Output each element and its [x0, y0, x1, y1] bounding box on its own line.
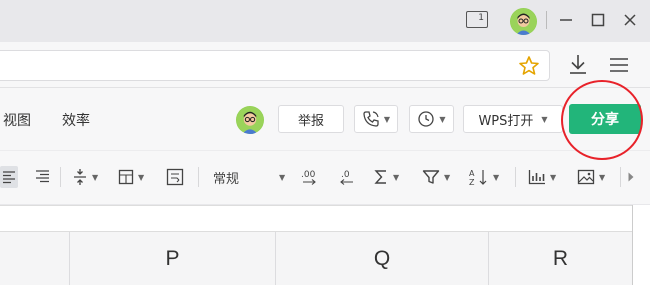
wps-open-label: WPS打开 [478, 113, 534, 129]
svg-text:Z: Z [469, 178, 475, 186]
image-icon [577, 169, 595, 185]
close-icon [624, 14, 636, 26]
svg-text:.00: .00 [301, 170, 316, 180]
chart-button[interactable]: ▼ [528, 166, 556, 188]
align-left-icon [3, 171, 15, 184]
insert-picture-button[interactable]: ▼ [577, 166, 605, 188]
chevron-down-icon: ▼ [444, 172, 451, 182]
number-format-select[interactable]: 常规 ▼ [213, 166, 285, 188]
chevron-down-icon: ▼ [550, 172, 557, 182]
download-icon [570, 55, 586, 74]
increase-decimal-button[interactable]: .00 [300, 166, 318, 188]
decrease-decimal-icon: .0 [340, 170, 353, 185]
report-button[interactable]: 举报 [278, 105, 344, 133]
chevron-down-icon: ▼ [138, 172, 145, 182]
wps-open-button[interactable]: WPS打开 ▼ [463, 105, 563, 133]
browser-menu-button[interactable] [608, 54, 630, 76]
column-header-r[interactable]: R [489, 232, 632, 285]
borders-button[interactable]: ▼ [118, 166, 144, 188]
sum-button[interactable]: ▼ [373, 166, 399, 188]
phone-icon [363, 111, 379, 127]
format-toolbar: ▼ ▼ 常规 ▼ .00 .0 ▼ ▼ AZ ▼ ▼ ▼ [0, 150, 650, 204]
align-right-button[interactable] [34, 166, 50, 188]
window-count: 1 [478, 13, 484, 23]
minimize-icon [560, 19, 572, 21]
chevron-right-icon [628, 172, 634, 182]
sigma-icon [374, 170, 386, 184]
tab-efficiency[interactable]: 效率 [62, 110, 90, 130]
toolbar-divider [515, 167, 516, 187]
minimize-button[interactable] [556, 10, 576, 30]
avatar-icon [236, 106, 264, 134]
decrease-decimal-button[interactable]: .0 [339, 166, 355, 188]
maximize-button[interactable] [588, 10, 608, 30]
vertical-align-icon [74, 169, 86, 185]
chevron-down-icon: ▼ [439, 114, 446, 124]
toolbar-divider [620, 167, 621, 187]
toolbar-divider [198, 167, 199, 187]
chevron-down-icon: ▼ [541, 114, 548, 124]
window-count-icon[interactable]: 1 [466, 11, 488, 28]
browser-window: 1 视图 效率 举报 ▼ ▼ WPS打开 ▼ 分享 ▼ ▼ 常规 ▼ .00 .… [0, 0, 650, 285]
menu-icon [610, 58, 628, 72]
download-button[interactable] [567, 53, 589, 77]
maximize-icon [591, 13, 605, 27]
svg-text:A: A [469, 169, 475, 178]
filter-icon [422, 170, 440, 184]
address-bar-row [0, 42, 650, 88]
column-header-row: P Q R [0, 232, 632, 285]
chevron-down-icon: ▼ [393, 172, 400, 182]
call-button[interactable]: ▼ [354, 105, 398, 133]
chevron-down-icon: ▼ [383, 114, 391, 124]
chevron-down-icon: ▼ [493, 172, 500, 182]
align-left-button[interactable] [0, 166, 18, 188]
chevron-down-icon: ▼ [279, 172, 286, 182]
merge-cells-button[interactable] [166, 166, 184, 188]
avatar[interactable] [510, 8, 537, 35]
sort-icon: AZ [469, 169, 487, 186]
formula-bar[interactable] [0, 205, 632, 232]
vertical-scrollbar[interactable] [632, 205, 650, 285]
report-label: 举报 [297, 113, 324, 129]
tab-view[interactable]: 视图 [3, 110, 31, 130]
collaborator-avatar[interactable] [236, 106, 264, 134]
vertical-align-button[interactable]: ▼ [72, 166, 98, 188]
star-icon [519, 56, 539, 75]
share-highlight-circle [561, 80, 643, 160]
address-input[interactable] [0, 50, 550, 81]
filter-button[interactable]: ▼ [422, 166, 450, 188]
toolbar-more-button[interactable] [627, 166, 635, 188]
bar-chart-icon [528, 170, 545, 185]
titlebar-divider [546, 11, 547, 29]
sort-button[interactable]: AZ ▼ [469, 166, 499, 188]
align-right-icon [36, 170, 49, 183]
svg-text:.0: .0 [341, 170, 350, 180]
avatar-icon [510, 8, 537, 35]
close-button[interactable] [620, 10, 640, 30]
border-icon [118, 169, 134, 185]
bookmark-button[interactable] [518, 55, 540, 77]
number-format-value: 常规 [213, 171, 240, 187]
title-bar: 1 [0, 0, 650, 42]
merge-icon [166, 168, 184, 186]
toolbar-divider [60, 167, 61, 187]
history-button[interactable]: ▼ [409, 105, 454, 133]
ribbon-tabs: 视图 效率 举报 ▼ ▼ WPS打开 ▼ 分享 [0, 88, 650, 150]
increase-decimal-icon: .00 [301, 170, 316, 185]
chevron-down-icon: ▼ [92, 172, 99, 182]
column-header[interactable] [0, 232, 70, 285]
clock-icon [418, 111, 435, 127]
column-header-q[interactable]: Q [276, 232, 489, 285]
column-header-p[interactable]: P [70, 232, 276, 285]
chevron-down-icon: ▼ [599, 172, 606, 182]
